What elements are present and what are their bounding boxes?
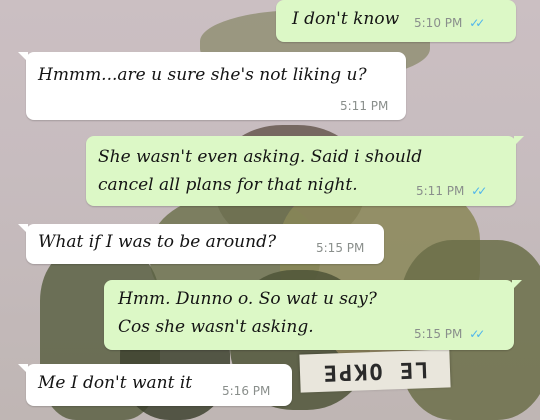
message-bubble-incoming[interactable]: What if I was to be around? 5:15 PM <box>18 224 384 264</box>
message-bubble-outgoing[interactable]: She wasn't even asking. Said i should ca… <box>86 136 524 206</box>
read-receipt-icon: ✓✓ <box>469 16 485 30</box>
message-timestamp: 5:11 PM <box>340 99 389 113</box>
message-text: I don't know <box>292 9 400 29</box>
message-text: What if I was to be around? <box>38 232 277 252</box>
message-bubble-incoming[interactable]: Me I don't want it 5:16 PM <box>18 364 292 406</box>
message-timestamp: 5:16 PM <box>222 384 271 398</box>
message-text: Me I don't want it <box>38 373 193 393</box>
read-receipt-icon: ✓✓ <box>471 184 487 198</box>
message-timestamp: 5:10 PM <box>414 16 463 30</box>
message-text-line: cancel all plans for that night. <box>98 175 358 195</box>
bubble-tail <box>18 364 28 374</box>
message-meta: 5:15 PM ✓✓ <box>414 327 485 341</box>
bubble-tail <box>18 224 28 234</box>
read-receipt-icon: ✓✓ <box>469 327 485 341</box>
bubble-tail <box>514 136 524 146</box>
message-timestamp: 5:15 PM <box>414 327 463 341</box>
uniform-name-tag: LE OKPE <box>299 349 451 393</box>
message-meta: 5:11 PM ✓✓ <box>416 184 487 198</box>
message-text-line: She wasn't even asking. Said i should <box>98 147 423 167</box>
message-timestamp: 5:11 PM <box>416 184 465 198</box>
message-text-line: Cos she wasn't asking. <box>118 317 314 337</box>
message-bubble-incoming[interactable]: Hmmm...are u sure she's not liking u? 5:… <box>18 52 406 120</box>
message-bubble-outgoing[interactable]: Hmm. Dunno o. So wat u say? Cos she wasn… <box>104 280 522 350</box>
bubble-tail <box>18 52 28 62</box>
message-bubble-outgoing[interactable]: I don't know 5:10 PM ✓✓ <box>276 0 516 42</box>
message-meta: 5:10 PM ✓✓ <box>414 16 485 30</box>
message-text: Hmmm...are u sure she's not liking u? <box>38 65 367 85</box>
message-timestamp: 5:15 PM <box>316 241 365 255</box>
message-text-line: Hmm. Dunno o. So wat u say? <box>118 289 377 309</box>
bubble-tail <box>512 280 522 290</box>
